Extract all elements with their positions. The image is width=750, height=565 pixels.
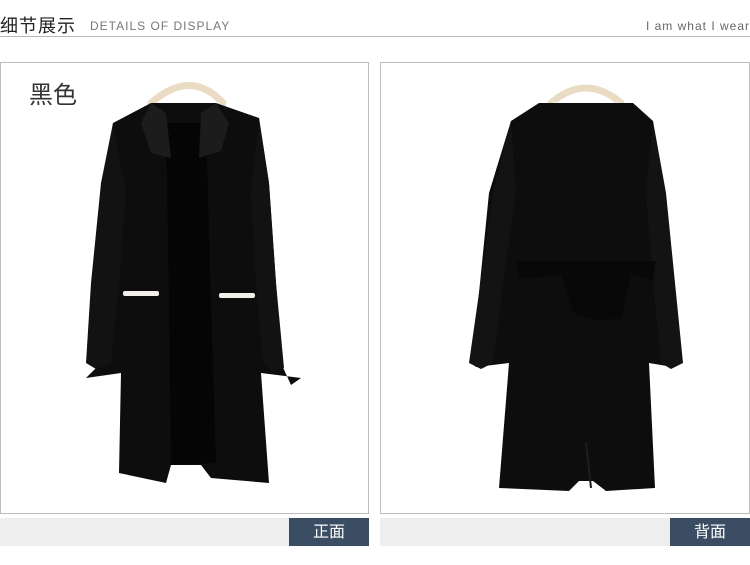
right-pocket-trim	[219, 293, 255, 298]
section-title: 细节展示	[0, 16, 76, 37]
front-view-tag: 正面	[289, 518, 369, 546]
front-caption-bar: 正面	[0, 518, 369, 546]
header-divider	[0, 36, 750, 37]
hanger-icon	[147, 82, 227, 107]
back-caption-bar: 背面	[380, 518, 750, 546]
color-label: 黑色	[29, 81, 77, 109]
page-header: 细节展示 DETAILS OF DISPLAY I am what I wear	[0, 0, 750, 38]
section-subtitle: DETAILS OF DISPLAY	[90, 19, 231, 33]
hanger-icon	[547, 84, 625, 107]
back-view-tag: 背面	[670, 518, 750, 546]
brand-slogan: I am what I wear	[645, 19, 750, 33]
front-view-panel: 黑色	[0, 62, 369, 514]
back-coat-image	[469, 84, 683, 491]
left-pocket-trim	[123, 291, 159, 296]
front-coat-image	[86, 82, 301, 483]
back-view-panel	[380, 62, 750, 514]
